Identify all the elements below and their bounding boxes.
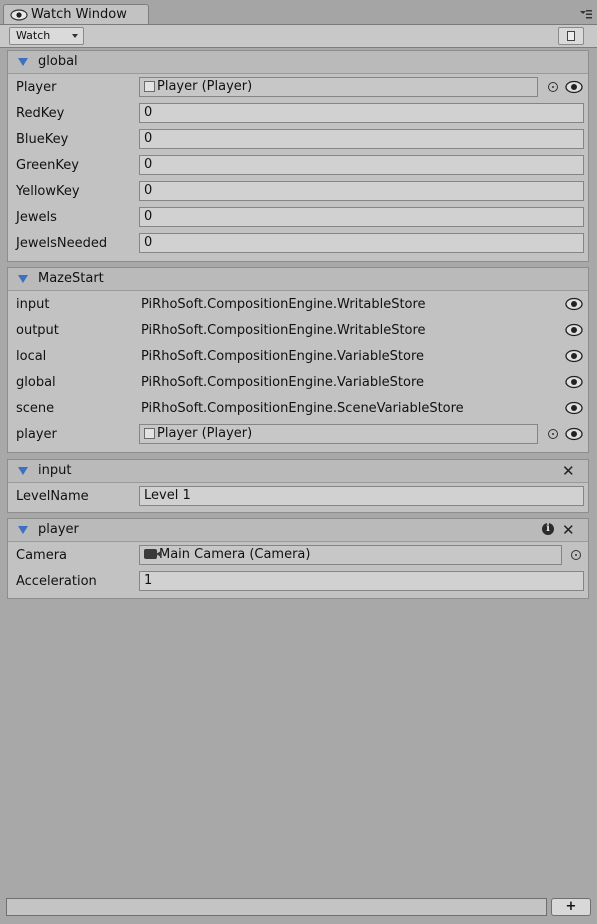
- object-field-value: Player (Player): [157, 79, 253, 94]
- variable-value: PiRhoSoft.CompositionEngine.WritableStor…: [141, 297, 426, 312]
- variable-label: JewelsNeeded: [16, 236, 108, 251]
- section-input: input ✕ LevelName Level 1: [7, 459, 589, 513]
- variable-row: BlueKey 0: [8, 127, 588, 153]
- tab-bar: Watch Window: [0, 0, 597, 25]
- value-input[interactable]: Level 1: [139, 486, 584, 506]
- dropdown-caret-icon: [72, 34, 78, 38]
- section-mazestart: MazeStart input PiRhoSoft.CompositionEng…: [7, 267, 589, 453]
- variable-row: player Player (Player): [8, 422, 588, 448]
- variable-label: YellowKey: [16, 184, 80, 199]
- variable-row: GreenKey 0: [8, 153, 588, 179]
- variable-row: Jewels 0: [8, 205, 588, 231]
- tab-watch-window[interactable]: Watch Window: [3, 4, 149, 24]
- object-icon: [144, 428, 155, 439]
- info-icon[interactable]: i: [542, 523, 554, 535]
- close-icon[interactable]: ✕: [562, 521, 575, 539]
- object-picker-icon[interactable]: [548, 429, 558, 439]
- tab-menu-icon[interactable]: [579, 8, 593, 20]
- variable-value: PiRhoSoft.CompositionEngine.VariableStor…: [141, 349, 425, 364]
- variable-row: RedKey 0: [8, 101, 588, 127]
- object-picker-icon[interactable]: [548, 82, 558, 92]
- value-input[interactable]: 0: [139, 103, 584, 123]
- variable-label: BlueKey: [16, 132, 69, 147]
- eye-icon[interactable]: [565, 375, 583, 389]
- add-button[interactable]: +: [551, 898, 591, 916]
- variable-row: scene PiRhoSoft.CompositionEngine.SceneV…: [8, 396, 588, 422]
- collapse-triangle-icon[interactable]: [18, 275, 28, 283]
- variable-row: Acceleration 1: [8, 569, 588, 595]
- object-field[interactable]: Main Camera (Camera): [139, 545, 562, 565]
- section-title: global: [38, 54, 78, 69]
- object-field-value: Player (Player): [157, 426, 253, 441]
- value-input[interactable]: 0: [139, 207, 584, 227]
- value-input[interactable]: 0: [139, 129, 584, 149]
- camera-icon: [144, 549, 161, 559]
- eye-icon[interactable]: [565, 401, 583, 415]
- collapse-triangle-icon[interactable]: [18, 467, 28, 475]
- footer-bar: +: [0, 895, 597, 924]
- eye-icon[interactable]: [565, 80, 583, 94]
- variable-value: PiRhoSoft.CompositionEngine.SceneVariabl…: [141, 401, 464, 416]
- variable-label: local: [16, 349, 47, 364]
- section-title: player: [38, 522, 79, 537]
- variable-row: input PiRhoSoft.CompositionEngine.Writab…: [8, 292, 588, 318]
- eye-icon[interactable]: [565, 427, 583, 441]
- variable-label: Acceleration: [16, 574, 97, 589]
- variable-label: Jewels: [16, 210, 57, 225]
- variable-row: local PiRhoSoft.CompositionEngine.Variab…: [8, 344, 588, 370]
- object-field[interactable]: Player (Player): [139, 77, 538, 97]
- close-icon[interactable]: ✕: [562, 462, 575, 480]
- section-header[interactable]: MazeStart: [8, 268, 588, 291]
- watch-dropdown-label: Watch: [16, 29, 51, 42]
- variable-row: YellowKey 0: [8, 179, 588, 205]
- object-icon: [144, 81, 155, 92]
- document-icon: [567, 31, 575, 41]
- section-header[interactable]: player i ✕: [8, 519, 588, 542]
- variable-label: scene: [16, 401, 55, 416]
- variable-row: output PiRhoSoft.CompositionEngine.Writa…: [8, 318, 588, 344]
- variable-label: Camera: [16, 548, 68, 563]
- variable-label: Player: [16, 80, 57, 95]
- section-title: input: [38, 463, 72, 478]
- variable-label: player: [16, 427, 57, 442]
- eye-icon[interactable]: [565, 297, 583, 311]
- value-input[interactable]: 0: [139, 233, 584, 253]
- tab-title: Watch Window: [31, 7, 127, 22]
- section-global: global Player Player (Player) RedKey 0 B…: [7, 50, 589, 262]
- variable-label: GreenKey: [16, 158, 79, 173]
- variable-value: PiRhoSoft.CompositionEngine.VariableStor…: [141, 375, 425, 390]
- collapse-triangle-icon[interactable]: [18, 58, 28, 66]
- section-header[interactable]: global: [8, 51, 588, 74]
- variable-row: JewelsNeeded 0: [8, 231, 588, 257]
- clear-button[interactable]: [558, 27, 584, 45]
- collapse-triangle-icon[interactable]: [18, 526, 28, 534]
- value-input[interactable]: 1: [139, 571, 584, 591]
- variable-label: output: [16, 323, 59, 338]
- section-header[interactable]: input ✕: [8, 460, 588, 483]
- variable-label: RedKey: [16, 106, 65, 121]
- variable-row: Player Player (Player): [8, 75, 588, 101]
- add-watch-input[interactable]: [6, 898, 547, 916]
- object-field[interactable]: Player (Player): [139, 424, 538, 444]
- variable-row: LevelName Level 1: [8, 484, 588, 510]
- watch-dropdown[interactable]: Watch: [9, 27, 84, 45]
- variable-label: global: [16, 375, 56, 390]
- variable-label: input: [16, 297, 50, 312]
- eye-icon: [10, 8, 28, 21]
- section-title: MazeStart: [38, 271, 104, 286]
- variable-value: PiRhoSoft.CompositionEngine.WritableStor…: [141, 323, 426, 338]
- object-field-value: Main Camera (Camera): [159, 547, 311, 562]
- variable-row: Camera Main Camera (Camera): [8, 543, 588, 569]
- value-input[interactable]: 0: [139, 181, 584, 201]
- eye-icon[interactable]: [565, 323, 583, 337]
- value-input[interactable]: 0: [139, 155, 584, 175]
- variable-row: global PiRhoSoft.CompositionEngine.Varia…: [8, 370, 588, 396]
- toolbar: Watch: [0, 25, 597, 48]
- eye-icon[interactable]: [565, 349, 583, 363]
- object-picker-icon[interactable]: [571, 550, 581, 560]
- variable-label: LevelName: [16, 489, 89, 504]
- section-player: player i ✕ Camera Main Camera (Camera) A…: [7, 518, 589, 599]
